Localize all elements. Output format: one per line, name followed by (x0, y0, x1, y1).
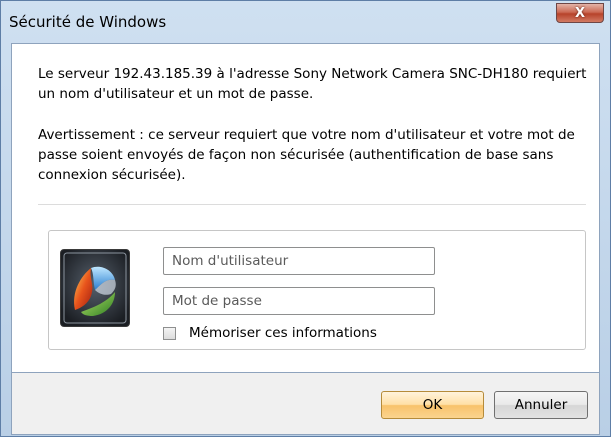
remember-label: Mémoriser ces informations (189, 325, 377, 341)
dialog-title: Sécurité de Windows (9, 13, 167, 31)
dialog-content: Le serveur 192.43.185.39 à l'adresse Son… (11, 43, 600, 373)
cancel-button[interactable]: Annuler (494, 391, 588, 419)
button-bar: OK Annuler (11, 373, 600, 435)
remember-checkbox[interactable] (163, 326, 176, 340)
warning-message: Avertissement : ce serveur requiert que … (38, 127, 575, 183)
username-field[interactable] (163, 247, 435, 275)
remember-option[interactable]: Mémoriser ces informations (163, 324, 377, 342)
password-field[interactable] (163, 287, 435, 315)
server-message: Le serveur 192.43.185.39 à l'adresse Son… (38, 66, 587, 102)
title-bar[interactable]: Sécurité de Windows X (1, 1, 610, 39)
separator (38, 204, 586, 205)
credential-tile: Mémoriser ces informations (48, 230, 586, 350)
close-button[interactable]: X (556, 3, 604, 23)
security-dialog: Sécurité de Windows X Le serveur 192.43.… (0, 0, 611, 437)
ok-button[interactable]: OK (381, 391, 484, 419)
user-tile-graphic (61, 250, 129, 326)
user-tile-icon (60, 249, 130, 327)
close-icon: X (574, 5, 586, 21)
